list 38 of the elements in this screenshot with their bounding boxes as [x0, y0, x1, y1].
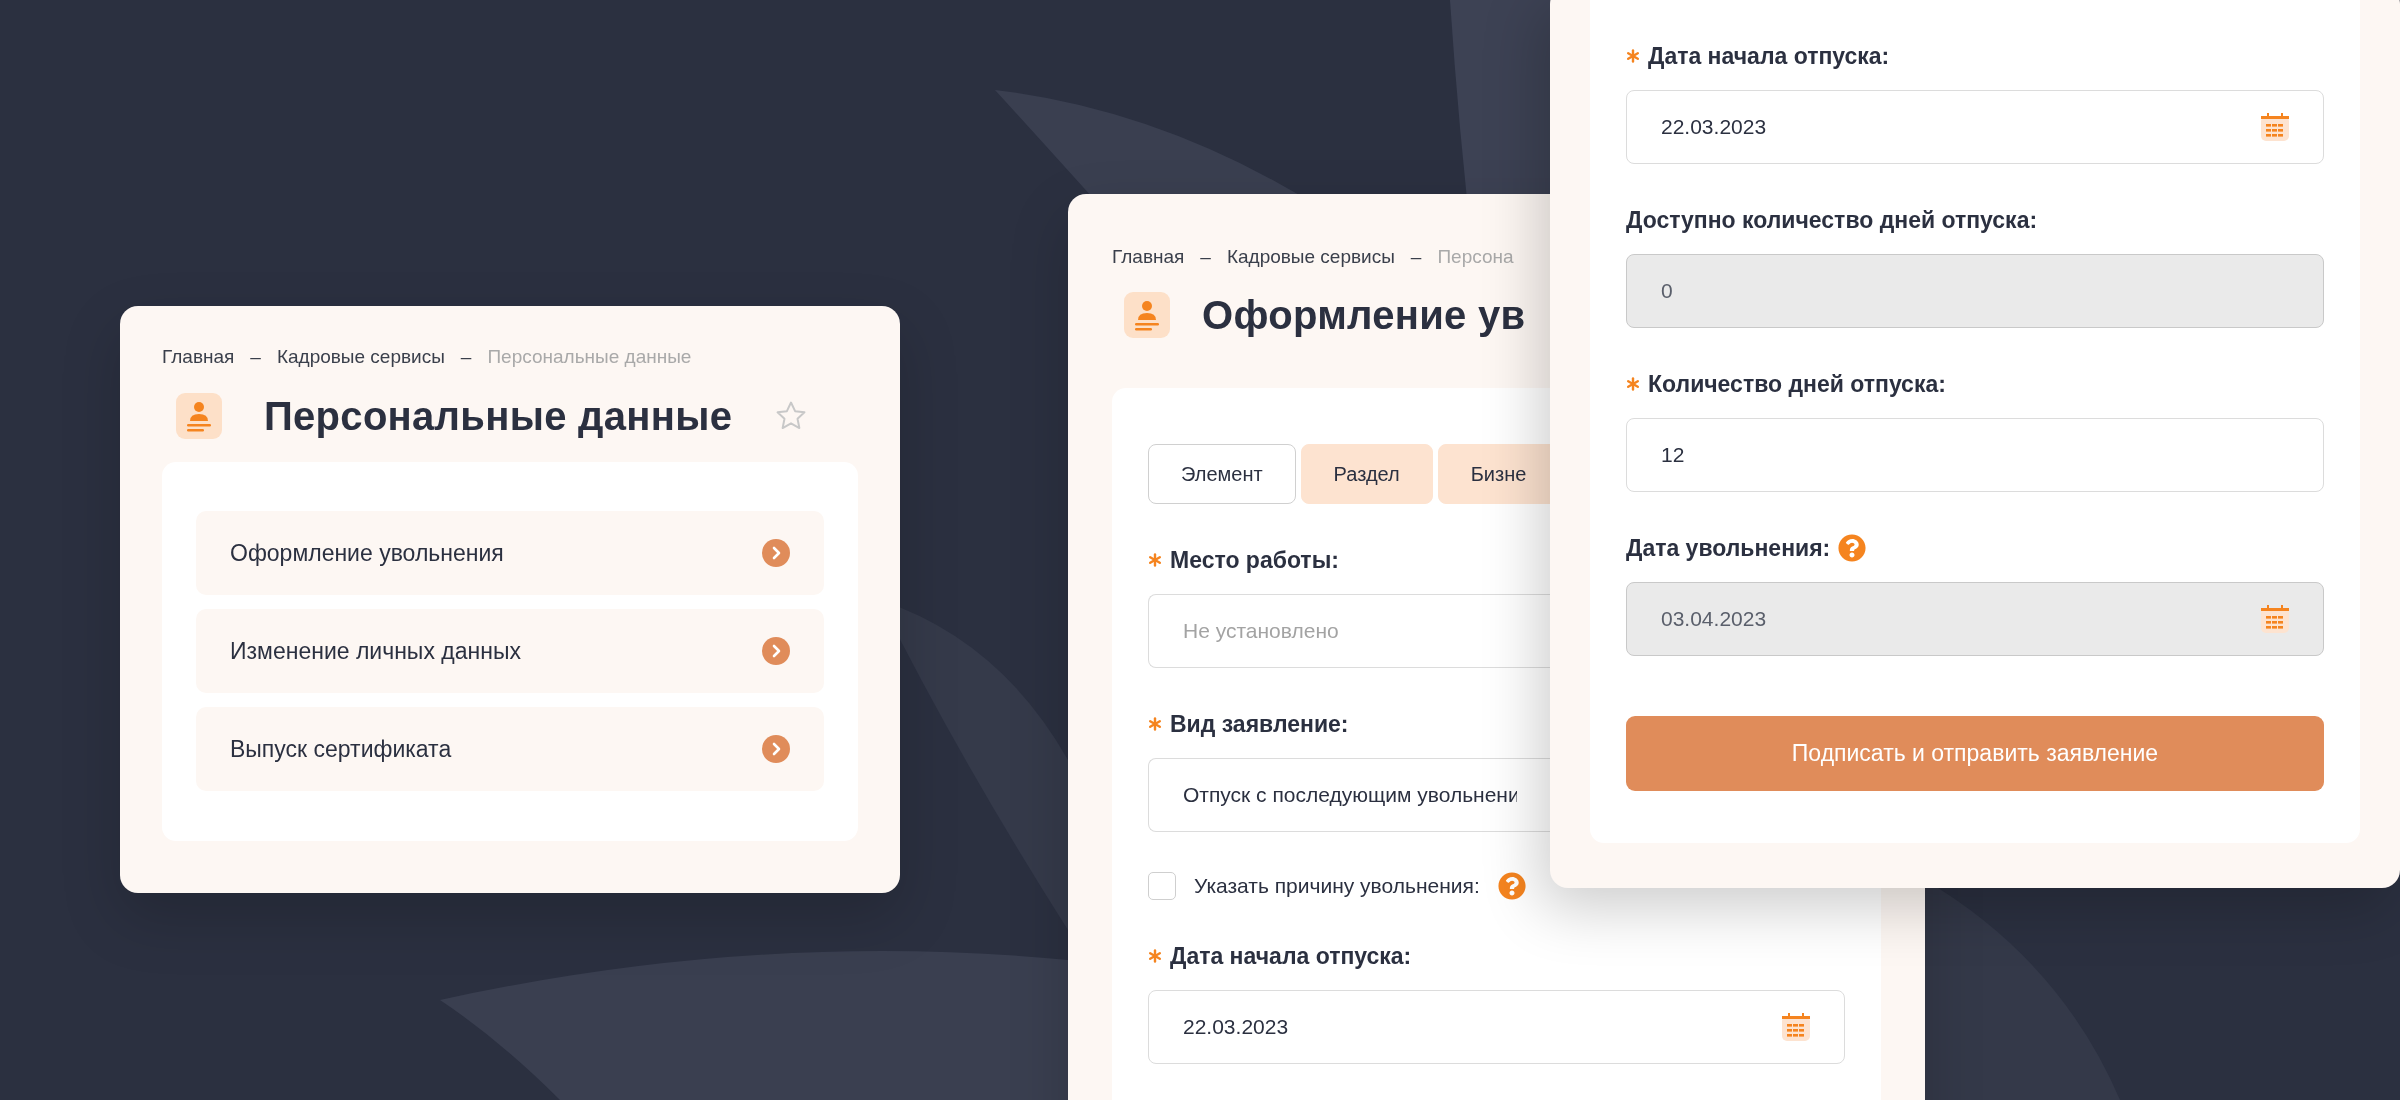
chevron-right-icon	[762, 735, 790, 763]
breadcrumb-separator: –	[250, 346, 261, 368]
help-icon[interactable]	[1497, 872, 1526, 900]
date-field[interactable]: 22.03.2023	[1626, 90, 2324, 164]
calendar-icon[interactable]	[2260, 112, 2290, 142]
page-title: Персональные данные	[264, 393, 733, 439]
person-document-icon	[1124, 292, 1170, 338]
field-label: Количество дней отпуска:	[1648, 370, 1946, 398]
chevron-right-icon	[762, 539, 790, 567]
breadcrumb-link[interactable]: Главная	[1112, 246, 1185, 268]
field-label: Дата начала отпуска:	[1648, 42, 1890, 70]
input-field[interactable]: Не установлено	[1148, 594, 1551, 668]
breadcrumb-link[interactable]: Главная	[162, 346, 235, 368]
field-label: Дата увольнения:	[1626, 534, 1831, 562]
calendar-icon[interactable]	[1781, 1012, 1811, 1042]
menu-item[interactable]: Выпуск сертификата	[196, 707, 824, 791]
tab[interactable]: Бизне	[1437, 444, 1551, 504]
page-title: Оформление ув	[1202, 292, 1526, 338]
menu-item[interactable]: Изменение личных данных	[196, 609, 824, 693]
checkbox-label: Указать причину увольнения:	[1194, 874, 1480, 898]
field-label: Место работы:	[1170, 546, 1339, 574]
date-field[interactable]: 22.03.2023	[1148, 990, 1845, 1064]
tab[interactable]: Элемент	[1148, 444, 1296, 504]
breadcrumb-separator: –	[460, 346, 472, 368]
field-label: Доступно количество дней отпуска:	[1626, 206, 2038, 234]
breadcrumb-link[interactable]: Кадровые сервисы	[1226, 246, 1395, 268]
breadcrumb-separator: –	[1410, 246, 1422, 268]
checkbox[interactable]	[1148, 872, 1176, 900]
input-field[interactable]: 12	[1626, 418, 2324, 492]
field-label: Дата начала отпуска:	[1170, 942, 1412, 970]
chevron-right-icon	[762, 637, 790, 665]
breadcrumb-separator: –	[1200, 246, 1211, 268]
field-label: Вид заявление:	[1170, 710, 1349, 738]
tab[interactable]: Раздел	[1300, 444, 1433, 504]
breadcrumb-link[interactable]: Кадровые сервисы	[276, 346, 445, 368]
person-document-icon	[176, 393, 222, 439]
calendar-icon[interactable]	[2260, 604, 2290, 634]
menu-item[interactable]: Оформление увольнения	[196, 511, 824, 595]
